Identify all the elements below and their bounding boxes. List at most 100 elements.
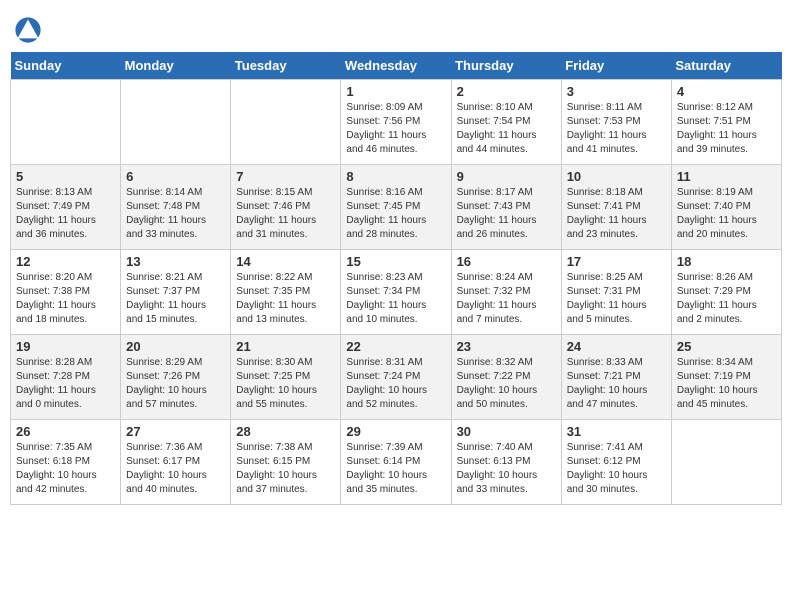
day-number: 17 <box>567 254 666 269</box>
day-info: Sunrise: 8:25 AM Sunset: 7:31 PM Dayligh… <box>567 271 666 327</box>
calendar-cell: 16 Sunrise: 8:24 AM Sunset: 7:32 PM Dayli… <box>451 250 561 335</box>
calendar-cell: 29 Sunrise: 7:39 AM Sunset: 6:14 PM Dayli… <box>341 420 451 505</box>
day-number: 26 <box>16 424 115 439</box>
day-number: 31 <box>567 424 666 439</box>
day-header-saturday: Saturday <box>671 52 781 80</box>
calendar-cell: 4 Sunrise: 8:12 AM Sunset: 7:51 PM Daylig… <box>671 80 781 165</box>
day-number: 9 <box>457 169 556 184</box>
calendar-cell: 27 Sunrise: 7:36 AM Sunset: 6:17 PM Dayli… <box>121 420 231 505</box>
day-info: Sunrise: 8:29 AM Sunset: 7:26 PM Dayligh… <box>126 356 225 412</box>
calendar-cell: 18 Sunrise: 8:26 AM Sunset: 7:29 PM Dayli… <box>671 250 781 335</box>
day-info: Sunrise: 7:41 AM Sunset: 6:12 PM Dayligh… <box>567 441 666 497</box>
calendar-cell: 15Sunrise: 8:23 AM Sunset: 7:34 PM Dayli… <box>341 250 451 335</box>
day-info: Sunrise: 7:38 AM Sunset: 6:15 PM Dayligh… <box>236 441 335 497</box>
day-number: 14 <box>236 254 335 269</box>
day-number: 3 <box>567 84 666 99</box>
day-number: 2 <box>457 84 556 99</box>
calendar-cell <box>121 80 231 165</box>
calendar-cell: 25 Sunrise: 8:34 AM Sunset: 7:19 PM Dayli… <box>671 335 781 420</box>
day-number: 16 <box>457 254 556 269</box>
day-number: 19 <box>16 339 115 354</box>
calendar-week-4: 19 Sunrise: 8:28 AM Sunset: 7:28 PM Dayli… <box>11 335 782 420</box>
calendar-cell: 2 Sunrise: 8:10 AM Sunset: 7:54 PM Daylig… <box>451 80 561 165</box>
day-number: 21 <box>236 339 335 354</box>
calendar-cell: 10Sunrise: 8:18 AM Sunset: 7:41 PM Dayli… <box>561 165 671 250</box>
day-info: Sunrise: 8:24 AM Sunset: 7:32 PM Dayligh… <box>457 271 556 327</box>
day-number: 6 <box>126 169 225 184</box>
day-info: Sunrise: 7:36 AM Sunset: 6:17 PM Dayligh… <box>126 441 225 497</box>
day-info: Sunrise: 8:34 AM Sunset: 7:19 PM Dayligh… <box>677 356 776 412</box>
calendar-week-2: 5 Sunrise: 8:13 AM Sunset: 7:49 PM Daylig… <box>11 165 782 250</box>
calendar-cell: 24 Sunrise: 8:33 AM Sunset: 7:21 PM Dayli… <box>561 335 671 420</box>
day-info: Sunrise: 8:12 AM Sunset: 7:51 PM Dayligh… <box>677 101 776 157</box>
day-number: 1 <box>346 84 445 99</box>
calendar-cell: 26 Sunrise: 7:35 AM Sunset: 6:18 PM Dayli… <box>11 420 121 505</box>
day-info: Sunrise: 7:40 AM Sunset: 6:13 PM Dayligh… <box>457 441 556 497</box>
day-number: 30 <box>457 424 556 439</box>
day-info: Sunrise: 8:19 AM Sunset: 7:40 PM Dayligh… <box>677 186 776 242</box>
day-info: Sunrise: 8:10 AM Sunset: 7:54 PM Dayligh… <box>457 101 556 157</box>
day-number: 22 <box>346 339 445 354</box>
calendar-cell: 11 Sunrise: 8:19 AM Sunset: 7:40 PM Dayli… <box>671 165 781 250</box>
day-number: 27 <box>126 424 225 439</box>
calendar-cell: 20 Sunrise: 8:29 AM Sunset: 7:26 PM Dayli… <box>121 335 231 420</box>
calendar-table: SundayMondayTuesdayWednesdayThursdayFrid… <box>10 52 782 505</box>
day-info: Sunrise: 8:13 AM Sunset: 7:49 PM Dayligh… <box>16 186 115 242</box>
day-number: 20 <box>126 339 225 354</box>
calendar-cell <box>231 80 341 165</box>
calendar-week-1: 1 Sunrise: 8:09 AM Sunset: 7:56 PM Daylig… <box>11 80 782 165</box>
day-header-thursday: Thursday <box>451 52 561 80</box>
day-number: 18 <box>677 254 776 269</box>
day-info: Sunrise: 8:22 AM Sunset: 7:35 PM Dayligh… <box>236 271 335 327</box>
day-info: Sunrise: 8:15 AM Sunset: 7:46 PM Dayligh… <box>236 186 335 242</box>
logo-icon <box>14 16 42 44</box>
day-info: Sunrise: 8:30 AM Sunset: 7:25 PM Dayligh… <box>236 356 335 412</box>
calendar-cell: 19 Sunrise: 8:28 AM Sunset: 7:28 PM Dayli… <box>11 335 121 420</box>
day-info: Sunrise: 8:09 AM Sunset: 7:56 PM Dayligh… <box>346 101 445 157</box>
calendar-cell: 14 Sunrise: 8:22 AM Sunset: 7:35 PM Dayli… <box>231 250 341 335</box>
calendar-cell: 5 Sunrise: 8:13 AM Sunset: 7:49 PM Daylig… <box>11 165 121 250</box>
day-header-friday: Friday <box>561 52 671 80</box>
day-number: 24 <box>567 339 666 354</box>
calendar-week-3: 12Sunrise: 8:20 AM Sunset: 7:38 PM Dayli… <box>11 250 782 335</box>
day-info: Sunrise: 8:32 AM Sunset: 7:22 PM Dayligh… <box>457 356 556 412</box>
page-header <box>10 10 782 44</box>
day-info: Sunrise: 8:33 AM Sunset: 7:21 PM Dayligh… <box>567 356 666 412</box>
day-number: 29 <box>346 424 445 439</box>
calendar-week-5: 26 Sunrise: 7:35 AM Sunset: 6:18 PM Dayli… <box>11 420 782 505</box>
day-number: 5 <box>16 169 115 184</box>
calendar-cell: 7 Sunrise: 8:15 AM Sunset: 7:46 PM Daylig… <box>231 165 341 250</box>
day-number: 7 <box>236 169 335 184</box>
calendar-cell: 13 Sunrise: 8:21 AM Sunset: 7:37 PM Dayli… <box>121 250 231 335</box>
calendar-cell: 23 Sunrise: 8:32 AM Sunset: 7:22 PM Dayli… <box>451 335 561 420</box>
day-info: Sunrise: 8:23 AM Sunset: 7:34 PM Dayligh… <box>346 271 445 327</box>
day-number: 25 <box>677 339 776 354</box>
day-header-wednesday: Wednesday <box>341 52 451 80</box>
day-info: Sunrise: 8:21 AM Sunset: 7:37 PM Dayligh… <box>126 271 225 327</box>
day-number: 8 <box>346 169 445 184</box>
calendar-cell: 30 Sunrise: 7:40 AM Sunset: 6:13 PM Dayli… <box>451 420 561 505</box>
day-number: 4 <box>677 84 776 99</box>
day-number: 11 <box>677 169 776 184</box>
day-info: Sunrise: 8:14 AM Sunset: 7:48 PM Dayligh… <box>126 186 225 242</box>
calendar-cell: 12Sunrise: 8:20 AM Sunset: 7:38 PM Dayli… <box>11 250 121 335</box>
day-info: Sunrise: 7:35 AM Sunset: 6:18 PM Dayligh… <box>16 441 115 497</box>
day-number: 13 <box>126 254 225 269</box>
day-info: Sunrise: 8:28 AM Sunset: 7:28 PM Dayligh… <box>16 356 115 412</box>
day-info: Sunrise: 8:26 AM Sunset: 7:29 PM Dayligh… <box>677 271 776 327</box>
calendar-cell: 28 Sunrise: 7:38 AM Sunset: 6:15 PM Dayli… <box>231 420 341 505</box>
day-info: Sunrise: 8:18 AM Sunset: 7:41 PM Dayligh… <box>567 186 666 242</box>
calendar-cell: 31 Sunrise: 7:41 AM Sunset: 6:12 PM Dayli… <box>561 420 671 505</box>
day-number: 12 <box>16 254 115 269</box>
day-info: Sunrise: 7:39 AM Sunset: 6:14 PM Dayligh… <box>346 441 445 497</box>
calendar-cell: 6 Sunrise: 8:14 AM Sunset: 7:48 PM Daylig… <box>121 165 231 250</box>
day-header-monday: Monday <box>121 52 231 80</box>
calendar-cell: 21 Sunrise: 8:30 AM Sunset: 7:25 PM Dayli… <box>231 335 341 420</box>
day-info: Sunrise: 8:31 AM Sunset: 7:24 PM Dayligh… <box>346 356 445 412</box>
day-info: Sunrise: 8:11 AM Sunset: 7:53 PM Dayligh… <box>567 101 666 157</box>
day-number: 23 <box>457 339 556 354</box>
calendar-cell: 9Sunrise: 8:17 AM Sunset: 7:43 PM Daylig… <box>451 165 561 250</box>
day-number: 28 <box>236 424 335 439</box>
calendar-cell: 1 Sunrise: 8:09 AM Sunset: 7:56 PM Daylig… <box>341 80 451 165</box>
calendar-cell: 22 Sunrise: 8:31 AM Sunset: 7:24 PM Dayli… <box>341 335 451 420</box>
